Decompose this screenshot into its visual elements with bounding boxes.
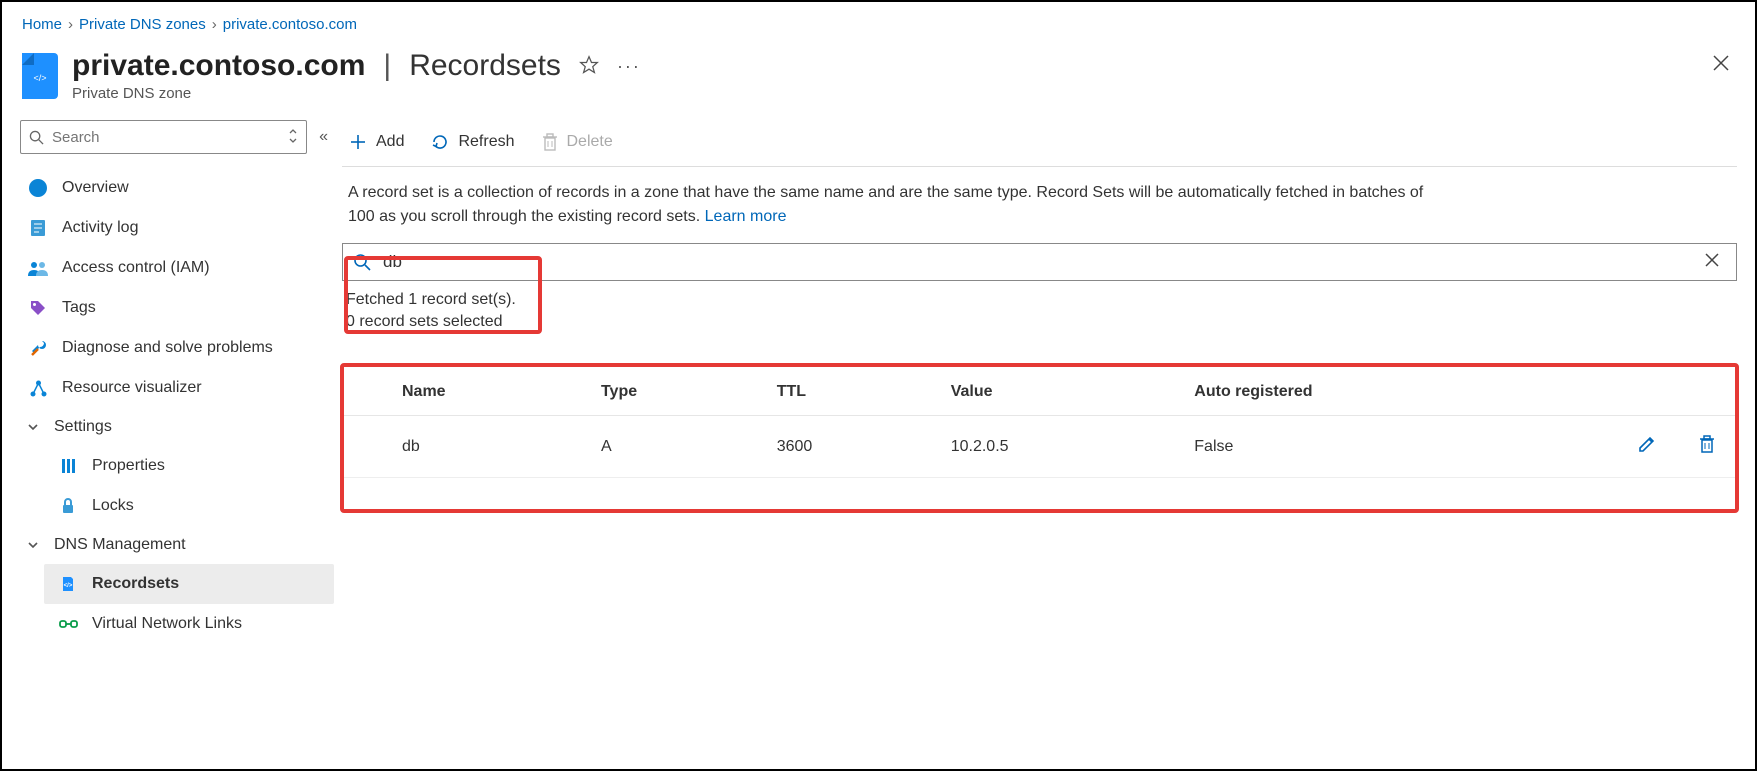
resource-title: private.contoso.com: [72, 49, 365, 83]
clear-filter-icon[interactable]: [1698, 251, 1726, 274]
breadcrumb-separator: ›: [68, 16, 73, 33]
chevron-down-icon: [24, 420, 42, 434]
people-icon: [28, 258, 48, 278]
sidebar-item-label: Resource visualizer: [62, 379, 202, 397]
sidebar-item-label: Diagnose and solve problems: [62, 339, 273, 357]
main-content: Add Refresh Delete A record set is a col…: [342, 120, 1755, 747]
sidebar-item-label: Overview: [62, 179, 129, 197]
cell-value: 10.2.0.5: [941, 416, 1185, 478]
properties-icon: [58, 456, 78, 476]
svg-text:</>: </>: [33, 73, 46, 83]
add-button[interactable]: Add: [348, 132, 404, 152]
cell-ttl: 3600: [767, 416, 941, 478]
sidebar-item-overview[interactable]: Overview: [14, 168, 334, 208]
refresh-button[interactable]: Refresh: [430, 132, 514, 152]
header-type[interactable]: Type: [591, 369, 767, 416]
delete-button: Delete: [541, 132, 613, 152]
sidebar-item-label: Virtual Network Links: [92, 615, 242, 633]
description-text: A record set is a collection of records …: [342, 167, 1442, 233]
header-ttl[interactable]: TTL: [767, 369, 941, 416]
button-label: Refresh: [458, 133, 514, 151]
sidebar-item-iam[interactable]: Access control (IAM): [14, 248, 334, 288]
cell-name: db: [392, 416, 591, 478]
globe-icon: [28, 178, 48, 198]
close-icon[interactable]: [1711, 53, 1731, 79]
favorite-star-icon[interactable]: [579, 55, 599, 78]
header-edit-col: [1617, 369, 1677, 416]
breadcrumb: Home › Private DNS zones › private.conto…: [2, 2, 1755, 39]
header-auto-registered[interactable]: Auto registered: [1184, 369, 1617, 416]
sidebar-group-label: DNS Management: [54, 536, 186, 554]
table-row[interactable]: db A 3600 10.2.0.5 False: [342, 416, 1737, 478]
recordset-icon: </>: [58, 574, 78, 594]
collapse-sidebar-icon[interactable]: «: [319, 128, 328, 146]
breadcrumb-zones[interactable]: Private DNS zones: [79, 16, 206, 33]
plus-icon: [348, 132, 368, 152]
sidebar-item-label: Recordsets: [92, 575, 179, 593]
description-body: A record set is a collection of records …: [348, 184, 1423, 225]
expand-collapse-icon[interactable]: [288, 128, 298, 147]
svg-text:</>: </>: [64, 583, 73, 589]
record-filter-input[interactable]: [383, 252, 1686, 272]
sidebar-item-locks[interactable]: Locks: [44, 486, 334, 526]
learn-more-link[interactable]: Learn more: [705, 208, 787, 225]
resource-icon: </>: [22, 53, 58, 99]
row-checkbox-cell[interactable]: [342, 416, 392, 478]
sidebar-item-label: Tags: [62, 299, 96, 317]
command-bar: Add Refresh Delete: [342, 120, 1737, 167]
log-icon: [28, 218, 48, 238]
sidebar-item-activity-log[interactable]: Activity log: [14, 208, 334, 248]
sidebar-group-settings[interactable]: Settings: [14, 408, 334, 446]
button-label: Delete: [567, 133, 613, 151]
chevron-down-icon: [24, 538, 42, 552]
sidebar: « Overview Activity log Access control (…: [2, 120, 342, 747]
page-header: </> private.contoso.com | Recordsets ···…: [2, 39, 1755, 120]
tag-icon: [28, 298, 48, 318]
selected-count-text: 0 record sets selected: [346, 313, 1737, 331]
sidebar-search-input[interactable]: [52, 129, 212, 146]
recordsets-table: Name Type TTL Value Auto registered d: [342, 369, 1737, 478]
graph-icon: [28, 378, 48, 398]
record-filter-box[interactable]: [342, 243, 1737, 281]
sidebar-search-box[interactable]: [20, 120, 307, 154]
sidebar-item-diagnose[interactable]: Diagnose and solve problems: [14, 328, 334, 368]
sidebar-item-properties[interactable]: Properties: [44, 446, 334, 486]
resource-subtitle: Private DNS zone: [72, 85, 641, 102]
header-name[interactable]: Name: [392, 369, 591, 416]
trash-icon: [541, 132, 559, 152]
more-menu-icon[interactable]: ···: [617, 56, 641, 77]
breadcrumb-separator: ›: [212, 16, 217, 33]
title-divider: |: [383, 49, 391, 83]
header-value[interactable]: Value: [941, 369, 1185, 416]
lock-icon: [58, 496, 78, 516]
cell-type: A: [591, 416, 767, 478]
section-title: Recordsets: [409, 49, 561, 83]
cell-auto-registered: False: [1184, 416, 1617, 478]
sidebar-item-label: Locks: [92, 497, 134, 515]
edit-row-icon[interactable]: [1637, 441, 1657, 458]
refresh-icon: [430, 132, 450, 152]
sidebar-item-virtual-network-links[interactable]: Virtual Network Links: [44, 604, 334, 644]
wrench-icon: [28, 338, 48, 358]
search-icon: [353, 253, 371, 271]
sidebar-item-label: Activity log: [62, 219, 138, 237]
sidebar-item-tags[interactable]: Tags: [14, 288, 334, 328]
sidebar-item-recordsets[interactable]: </> Recordsets: [44, 564, 334, 604]
header-checkbox-col: [342, 369, 392, 416]
sidebar-item-resource-visualizer[interactable]: Resource visualizer: [14, 368, 334, 408]
sidebar-group-label: Settings: [54, 418, 112, 436]
sidebar-group-dns-management[interactable]: DNS Management: [14, 526, 334, 564]
network-link-icon: [58, 614, 78, 634]
search-icon: [29, 130, 44, 145]
fetched-count-text: Fetched 1 record set(s).: [346, 291, 1737, 309]
sidebar-item-label: Properties: [92, 457, 165, 475]
breadcrumb-home[interactable]: Home: [22, 16, 62, 33]
breadcrumb-current[interactable]: private.contoso.com: [223, 16, 357, 33]
delete-row-icon[interactable]: [1698, 441, 1716, 458]
header-delete-col: [1677, 369, 1737, 416]
sidebar-item-label: Access control (IAM): [62, 259, 210, 277]
button-label: Add: [376, 133, 404, 151]
